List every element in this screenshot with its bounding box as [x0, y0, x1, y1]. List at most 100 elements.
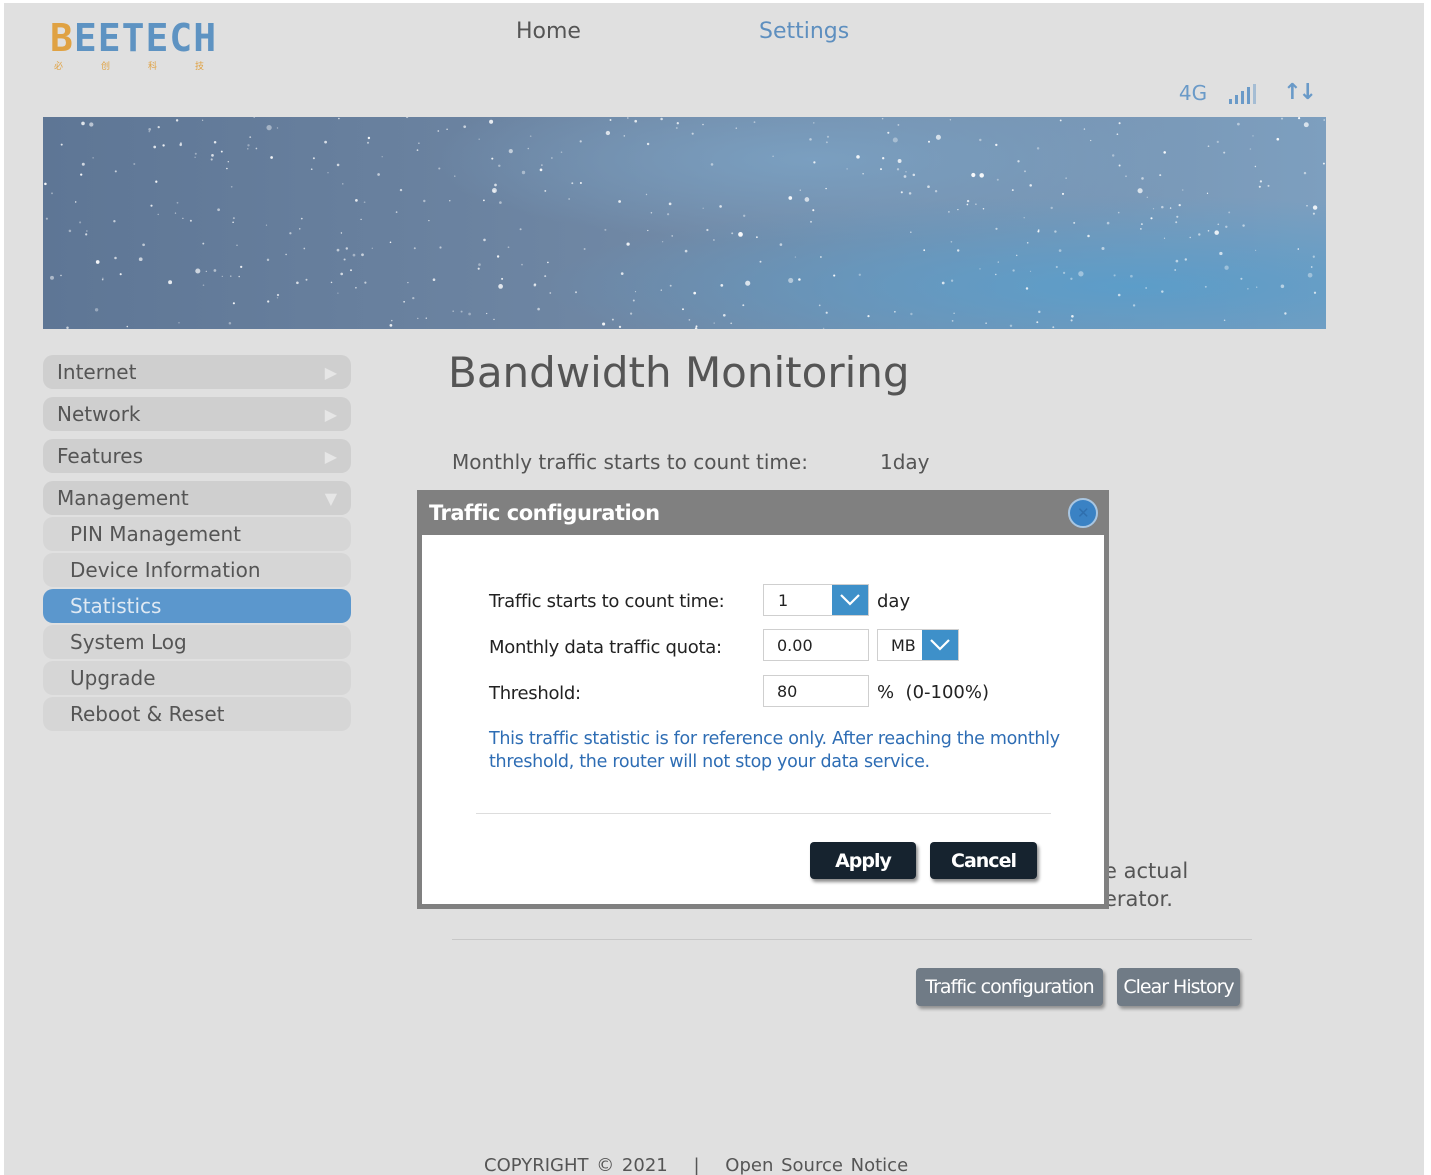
sidebar-item-label: Network	[57, 402, 141, 426]
star	[1029, 184, 1032, 187]
star	[950, 240, 953, 243]
star	[217, 208, 220, 212]
traffic-configuration-button[interactable]: Traffic configuration	[916, 968, 1103, 1006]
star	[491, 157, 494, 160]
star	[68, 229, 72, 233]
sidebar-item-internet[interactable]: Internet ▶	[43, 355, 351, 389]
star	[360, 218, 362, 221]
star	[114, 256, 117, 260]
star	[995, 273, 997, 276]
dialog-title: Traffic configuration	[429, 500, 660, 525]
star	[825, 141, 828, 144]
star	[330, 281, 333, 284]
sidebar-item-device-information[interactable]: Device Information	[43, 553, 351, 587]
star	[416, 149, 419, 151]
star	[995, 143, 998, 147]
cancel-button[interactable]: Cancel	[930, 842, 1037, 879]
status-bar: 4G ↑↓	[1179, 80, 1317, 105]
star	[660, 117, 663, 121]
star	[671, 235, 673, 237]
star	[418, 142, 420, 144]
brand-logo[interactable]: BEETECH 必 创 科 技	[50, 19, 225, 72]
star	[722, 313, 726, 317]
star	[730, 322, 733, 325]
open-source-notice-link[interactable]: Open Source Notice	[725, 1155, 908, 1175]
star	[779, 243, 783, 246]
star	[247, 148, 249, 150]
star	[669, 284, 672, 287]
star	[507, 246, 510, 249]
count-time-select[interactable]: 1	[763, 584, 869, 616]
star	[1242, 224, 1245, 227]
star	[460, 310, 463, 313]
star	[508, 149, 513, 154]
star	[265, 224, 268, 226]
sidebar-item-system-log[interactable]: System Log	[43, 625, 351, 659]
star	[1280, 117, 1284, 120]
star	[438, 167, 441, 170]
sidebar-item-label: Internet	[57, 360, 137, 384]
sidebar-item-upgrade[interactable]: Upgrade	[43, 661, 351, 695]
star	[650, 211, 653, 214]
star	[1023, 217, 1025, 219]
star	[446, 128, 448, 131]
star	[157, 125, 160, 129]
star	[1207, 230, 1210, 232]
star	[956, 249, 960, 252]
nav-home[interactable]: Home	[516, 19, 581, 44]
chevron-right-icon: ▶	[324, 446, 337, 466]
star	[150, 204, 153, 207]
star	[611, 318, 614, 321]
star	[1152, 208, 1155, 210]
obscured-text-line-2: erator.	[1104, 887, 1173, 911]
star	[179, 142, 182, 145]
star	[478, 138, 480, 140]
star	[494, 183, 497, 187]
star	[897, 159, 902, 163]
star	[1161, 290, 1164, 293]
star	[684, 249, 688, 253]
star	[856, 155, 860, 159]
star	[755, 236, 758, 239]
star	[240, 265, 243, 269]
close-icon[interactable]: ✕	[1068, 497, 1098, 528]
star	[1130, 274, 1133, 278]
threshold-input[interactable]	[763, 675, 869, 707]
star	[691, 132, 694, 135]
sidebar-item-network[interactable]: Network ▶	[43, 397, 351, 431]
star	[694, 327, 698, 329]
star	[1284, 312, 1287, 315]
clear-history-button[interactable]: Clear History	[1117, 968, 1240, 1006]
sidebar-item-features[interactable]: Features ▶	[43, 439, 351, 473]
star	[1322, 162, 1325, 165]
quota-input[interactable]	[763, 629, 869, 661]
star	[1150, 217, 1153, 220]
star	[912, 173, 916, 177]
star	[327, 172, 329, 174]
star	[1140, 228, 1142, 230]
sidebar-item-pin-management[interactable]: PIN Management	[43, 517, 351, 551]
sidebar-item-management[interactable]: Management ▼	[43, 481, 351, 515]
star	[45, 217, 48, 220]
sidebar-item-statistics[interactable]: Statistics	[43, 589, 351, 623]
star	[305, 278, 308, 281]
star	[1163, 151, 1166, 154]
star	[949, 119, 952, 121]
sidebar-item-reboot-reset[interactable]: Reboot & Reset	[43, 697, 351, 731]
quota-unit-select[interactable]: MB	[877, 629, 959, 661]
star	[1012, 269, 1015, 272]
star	[247, 144, 250, 147]
star	[289, 232, 292, 235]
star	[521, 263, 523, 266]
star	[634, 290, 637, 293]
star	[113, 220, 116, 223]
star	[825, 187, 827, 190]
logo-sub-char: 科	[147, 62, 157, 72]
star	[236, 244, 238, 246]
apply-button[interactable]: Apply	[810, 842, 916, 879]
star	[148, 128, 152, 131]
star	[498, 284, 503, 289]
star	[493, 318, 495, 321]
star	[935, 134, 941, 140]
nav-settings[interactable]: Settings	[759, 19, 849, 44]
